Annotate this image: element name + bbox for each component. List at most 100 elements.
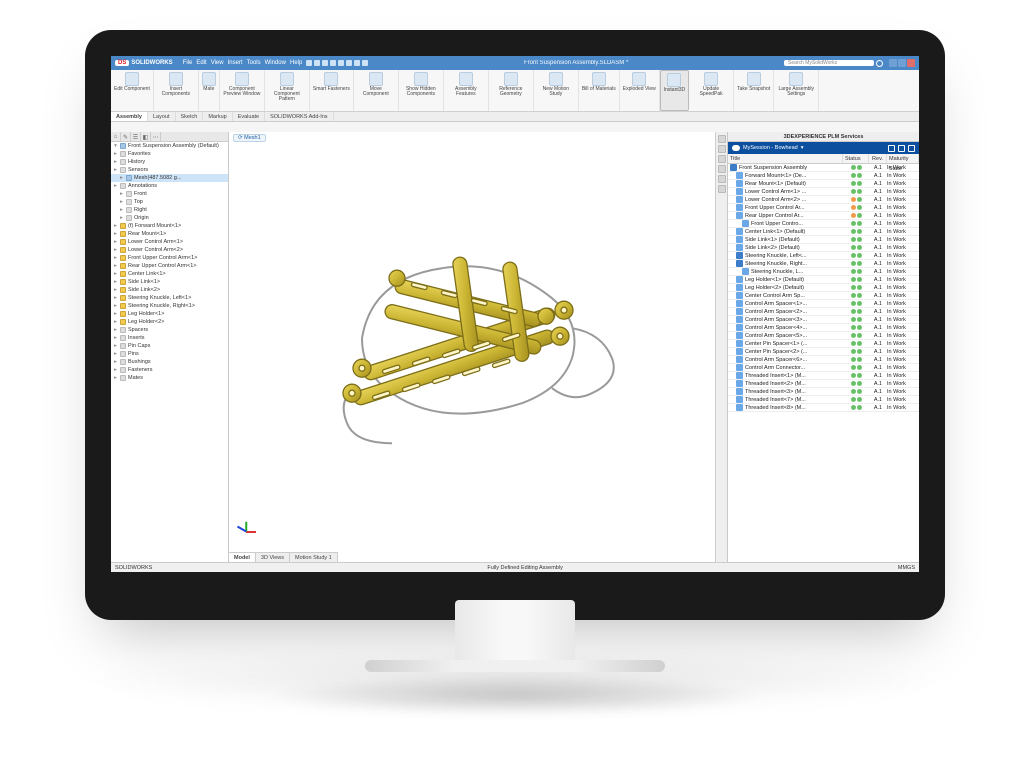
- qat-icon[interactable]: [362, 60, 368, 66]
- plm-row[interactable]: Threaded Insert<3> (M...A.1In Work: [728, 388, 919, 396]
- tree-node[interactable]: ▸Fasteners: [111, 366, 228, 374]
- tab-layout[interactable]: Layout: [148, 112, 176, 121]
- plm-row[interactable]: Steering Knuckle, L...A.1In Work: [728, 268, 919, 276]
- selection-breadcrumb[interactable]: ⟳ Mesh1: [233, 134, 266, 142]
- qat-icon[interactable]: [346, 60, 352, 66]
- fm-tab-display-icon[interactable]: ◧: [141, 132, 151, 142]
- menu-edit[interactable]: Edit: [194, 60, 208, 66]
- qat-icon[interactable]: [306, 60, 312, 66]
- tree-node[interactable]: ▸Pins: [111, 350, 228, 358]
- ribbon-insert-components[interactable]: Insert Components: [154, 70, 199, 111]
- maximize-button[interactable]: [898, 59, 906, 67]
- ribbon-component-preview-window[interactable]: Component Preview Window: [220, 70, 265, 111]
- bottom-tab-model[interactable]: Model: [229, 553, 256, 562]
- tree-node[interactable]: ▸History: [111, 158, 228, 166]
- ribbon-bill-of-materials[interactable]: Bill of Materials: [579, 70, 620, 111]
- plm-row[interactable]: Front Upper Control Ar...A.1In Work: [728, 204, 919, 212]
- plm-row[interactable]: Lower Control Arm<2> ...A.1In Work: [728, 196, 919, 204]
- qat-icon[interactable]: [322, 60, 328, 66]
- tab-sketch[interactable]: Sketch: [176, 112, 204, 121]
- taskpane-tab-icon[interactable]: [718, 145, 726, 153]
- plm-row[interactable]: Control Arm Spacer<4>...A.1In Work: [728, 324, 919, 332]
- taskpane-tab-icon[interactable]: [718, 185, 726, 193]
- ribbon-take-snapshot[interactable]: Take Snapshot: [734, 70, 774, 111]
- tree-node[interactable]: ▸Inserts: [111, 334, 228, 342]
- plm-row[interactable]: Side Link<2> (Default)A.1In Work: [728, 244, 919, 252]
- search-input[interactable]: Search MySolidWorks: [784, 60, 874, 66]
- plm-row[interactable]: Rear Upper Control Ar...A.1In Work: [728, 212, 919, 220]
- menu-tools[interactable]: Tools: [245, 60, 263, 66]
- plm-row[interactable]: Control Arm Spacer<2>...A.1In Work: [728, 308, 919, 316]
- user-icon[interactable]: [898, 145, 905, 152]
- tree-node[interactable]: ▸Right: [111, 206, 228, 214]
- tree-node[interactable]: ▸Front Upper Control Arm<1>: [111, 254, 228, 262]
- taskpane-tab-icon[interactable]: [718, 155, 726, 163]
- ribbon-edit-component[interactable]: Edit Component: [111, 70, 154, 111]
- minimize-button[interactable]: [889, 59, 897, 67]
- ribbon-mate[interactable]: Mate: [199, 70, 220, 111]
- qat-icon[interactable]: [330, 60, 336, 66]
- fm-tab-config-icon[interactable]: ☰: [131, 132, 141, 142]
- taskpane-tab-icon[interactable]: [718, 165, 726, 173]
- tree-node[interactable]: ▸Favorites: [111, 150, 228, 158]
- fm-tab-more-icon[interactable]: ⋯: [151, 132, 161, 142]
- tree-root[interactable]: ▾Front Suspension Assembly (Default): [111, 142, 228, 150]
- plm-row[interactable]: Threaded Insert<8> (M...A.1In Work: [728, 404, 919, 412]
- close-button[interactable]: [907, 59, 915, 67]
- ribbon-show-hidden-components[interactable]: Show Hidden Components: [399, 70, 444, 111]
- tree-node[interactable]: ▸Rear Mount<1>: [111, 230, 228, 238]
- tree-node[interactable]: ▸Pin Caps: [111, 342, 228, 350]
- tree-node[interactable]: ▸Side Link<2>: [111, 286, 228, 294]
- chevron-down-icon[interactable]: ▾: [801, 145, 804, 151]
- plm-row[interactable]: Steering Knuckle, Left<...A.1In Work: [728, 252, 919, 260]
- tree-node[interactable]: ▸Side Link<1>: [111, 278, 228, 286]
- bottom-tab-motion-study-1[interactable]: Motion Study 1: [290, 553, 338, 562]
- plm-row[interactable]: Center Link<1> (Default)A.1In Work: [728, 228, 919, 236]
- plm-row[interactable]: Control Arm Spacer<1>...A.1In Work: [728, 300, 919, 308]
- taskpane-tab-icon[interactable]: [718, 135, 726, 143]
- plm-row[interactable]: Leg Holder<2> (Default)A.1In Work: [728, 284, 919, 292]
- graphics-viewport[interactable]: ⟳ Mesh1: [229, 132, 715, 562]
- ribbon-reference-geometry[interactable]: Reference Geometry: [489, 70, 534, 111]
- ribbon-assembly-features[interactable]: Assembly Features: [444, 70, 489, 111]
- col-status[interactable]: Status: [843, 154, 869, 163]
- tree-node[interactable]: ▸Front: [111, 190, 228, 198]
- tree-node[interactable]: ▸Top: [111, 198, 228, 206]
- plm-row[interactable]: Front Upper Contro...A.1In Work: [728, 220, 919, 228]
- menu-insert[interactable]: Insert: [226, 60, 245, 66]
- status-units[interactable]: MMGS: [898, 565, 915, 571]
- menu-view[interactable]: View: [209, 60, 226, 66]
- tab-markup[interactable]: Markup: [203, 112, 232, 121]
- menu-window[interactable]: Window: [263, 60, 288, 66]
- plm-row[interactable]: Control Arm Spacer<6>...A.1In Work: [728, 356, 919, 364]
- tree-node[interactable]: ▸Leg Holder<1>: [111, 310, 228, 318]
- ribbon-smart-fasteners[interactable]: Smart Fasteners: [310, 70, 354, 111]
- tree-node[interactable]: ▸Steering Knuckle, Left<1>: [111, 294, 228, 302]
- plm-row[interactable]: Control Arm Connector...A.1In Work: [728, 364, 919, 372]
- help-icon[interactable]: [876, 60, 883, 67]
- col-rev[interactable]: Rev.: [869, 154, 887, 163]
- tree-node[interactable]: ▸Sensors: [111, 166, 228, 174]
- fm-tab-feature-tree-icon[interactable]: ⌂: [111, 132, 121, 142]
- tree-node[interactable]: ▸Lower Control Arm<1>: [111, 238, 228, 246]
- plm-row[interactable]: Threaded Insert<1> (M...A.1In Work: [728, 372, 919, 380]
- tree-node[interactable]: ▸Spacers: [111, 326, 228, 334]
- ribbon-instant3d[interactable]: Instant3D: [660, 70, 689, 111]
- taskpane-tab-icon[interactable]: [718, 175, 726, 183]
- plm-row[interactable]: Leg Holder<1> (Default)A.1In Work: [728, 276, 919, 284]
- plm-row[interactable]: Threaded Insert<7> (M...A.1In Work: [728, 396, 919, 404]
- col-maturity[interactable]: Maturity State: [887, 154, 919, 163]
- plm-row[interactable]: Control Arm Spacer<3>...A.1In Work: [728, 316, 919, 324]
- plm-row[interactable]: Steering Knuckle, Right...A.1In Work: [728, 260, 919, 268]
- tree-node[interactable]: ▸(f) Forward Mount<1>: [111, 222, 228, 230]
- ribbon-move-component[interactable]: Move Component: [354, 70, 399, 111]
- plm-row[interactable]: Lower Control Arm<1> ...A.1In Work: [728, 188, 919, 196]
- plm-row[interactable]: Center Control Arm Sp...A.1In Work: [728, 292, 919, 300]
- tree-node[interactable]: ▸Steering Knuckle, Right<1>: [111, 302, 228, 310]
- ribbon-update-speedpak[interactable]: Update SpeedPak: [689, 70, 734, 111]
- menu-help[interactable]: Help: [288, 60, 304, 66]
- col-title[interactable]: Title: [728, 154, 843, 163]
- tree-node[interactable]: ▸Rear Upper Control Arm<1>: [111, 262, 228, 270]
- tree-node[interactable]: ▸Bushings: [111, 358, 228, 366]
- menu-icon[interactable]: [908, 145, 915, 152]
